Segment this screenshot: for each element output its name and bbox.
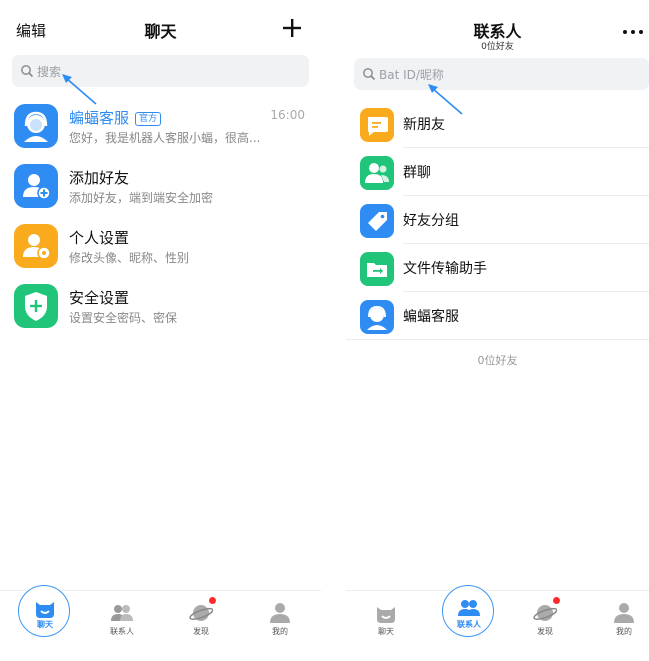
tab-bar: 聊天 联系人 发现 我的: [346, 585, 649, 661]
planet-icon: [533, 605, 557, 621]
contact-file-transfer[interactable]: 文件传输助手: [346, 244, 649, 292]
new-friend-icon: [360, 108, 394, 142]
contact-support[interactable]: 蝙蝠客服: [346, 292, 649, 340]
tab-label: 联系人: [110, 627, 134, 636]
tag-icon: [360, 204, 394, 238]
screen-divider: [321, 0, 346, 661]
chat-item-security-settings[interactable]: 安全设置 设置安全密码、密保: [0, 276, 321, 336]
support-agent-icon: [360, 300, 394, 334]
search-icon: [21, 65, 34, 78]
tab-label: 我的: [616, 627, 632, 636]
notification-dot: [553, 597, 560, 604]
support-agent-icon: [14, 104, 58, 148]
chat-item-support[interactable]: 蝙蝠客服 官方 您好，我是机器人客服小蝠，很高... 16:00: [0, 96, 321, 156]
contact-friend-groups[interactable]: 好友分组: [346, 196, 649, 244]
planet-icon: [189, 605, 213, 621]
search-bar[interactable]: Bat ID/昵称: [354, 58, 649, 90]
user-settings-icon: [14, 224, 58, 268]
chat-face-icon: [377, 607, 395, 623]
folder-transfer-icon: [360, 252, 394, 286]
more-dots-icon[interactable]: [623, 30, 643, 34]
contacts-icon: [111, 605, 133, 621]
chats-header: 编辑 聊天: [0, 0, 321, 56]
contact-label: 好友分组: [403, 213, 459, 229]
notification-dot: [209, 597, 216, 604]
search-placeholder: 搜索: [37, 65, 62, 79]
profile-icon: [614, 603, 634, 623]
chat-preview: 您好，我是机器人客服小蝠，很高...: [69, 131, 261, 145]
search-bar[interactable]: 搜索: [12, 55, 309, 87]
contact-group-chat[interactable]: 群聊: [346, 148, 649, 196]
chat-item-personal-settings[interactable]: 个人设置 修改头像、昵称、性别: [0, 216, 321, 276]
contact-new-friends[interactable]: 新朋友: [346, 100, 649, 148]
tab-label: 聊天: [378, 627, 394, 636]
tab-label: 发现: [537, 627, 553, 636]
shield-plus-icon: [14, 284, 58, 328]
tab-discover[interactable]: 发现: [515, 591, 575, 661]
chat-item-add-friend[interactable]: 添加好友 添加好友，端到端安全加密: [0, 156, 321, 216]
chats-screen: 编辑 聊天 搜索 蝙蝠客服 官方 您好，我是机器人客服小蝠，很高... 16:00: [0, 0, 321, 661]
chat-name: 个人设置: [69, 229, 130, 247]
contacts-screen: 联系人 0位好友 Bat ID/昵称 新朋友 群聊 好友分组 文件传输助手 蝙蝠…: [346, 0, 649, 661]
tab-me[interactable]: 我的: [594, 591, 649, 661]
plus-icon[interactable]: [281, 17, 303, 39]
contact-label: 蝙蝠客服: [403, 309, 459, 325]
tab-contacts[interactable]: 联系人: [439, 585, 499, 661]
search-icon: [363, 68, 376, 81]
tab-label: 联系人: [457, 620, 481, 629]
add-user-icon: [14, 164, 58, 208]
profile-icon: [270, 603, 290, 623]
contact-label: 群聊: [403, 165, 431, 181]
tab-chat[interactable]: 聊天: [15, 585, 75, 661]
search-placeholder: Bat ID/昵称: [379, 68, 444, 82]
chat-preview: 添加好友，端到端安全加密: [69, 191, 214, 205]
contacts-icon: [458, 600, 480, 616]
chat-face-icon: [36, 602, 54, 618]
chat-name: 蝙蝠客服 官方: [69, 107, 162, 128]
chat-preview: 设置安全密码、密保: [69, 311, 178, 325]
chat-name: 安全设置: [69, 289, 130, 307]
tab-me[interactable]: 我的: [250, 591, 310, 661]
friend-count-footer: 0位好友: [477, 354, 518, 367]
tab-bar: 聊天 联系人 发现 我的: [0, 585, 321, 661]
friend-count-subtitle: 0位好友: [481, 42, 514, 52]
contacts-header: 联系人 0位好友: [346, 0, 649, 56]
tab-discover[interactable]: 发现: [171, 591, 231, 661]
contact-label: 新朋友: [403, 117, 445, 133]
tab-label: 发现: [193, 627, 209, 636]
tab-chat[interactable]: 聊天: [356, 591, 416, 661]
group-chat-icon: [360, 156, 394, 190]
chat-time: 16:00: [270, 108, 305, 122]
chat-name: 添加好友: [69, 169, 130, 187]
contact-label: 文件传输助手: [403, 261, 487, 277]
page-title: 聊天: [144, 22, 177, 41]
tab-label: 我的: [272, 627, 288, 636]
official-badge: 官方: [135, 112, 162, 126]
tab-label: 聊天: [37, 620, 53, 629]
chat-preview: 修改头像、昵称、性别: [69, 251, 190, 265]
tab-contacts[interactable]: 联系人: [92, 591, 152, 661]
